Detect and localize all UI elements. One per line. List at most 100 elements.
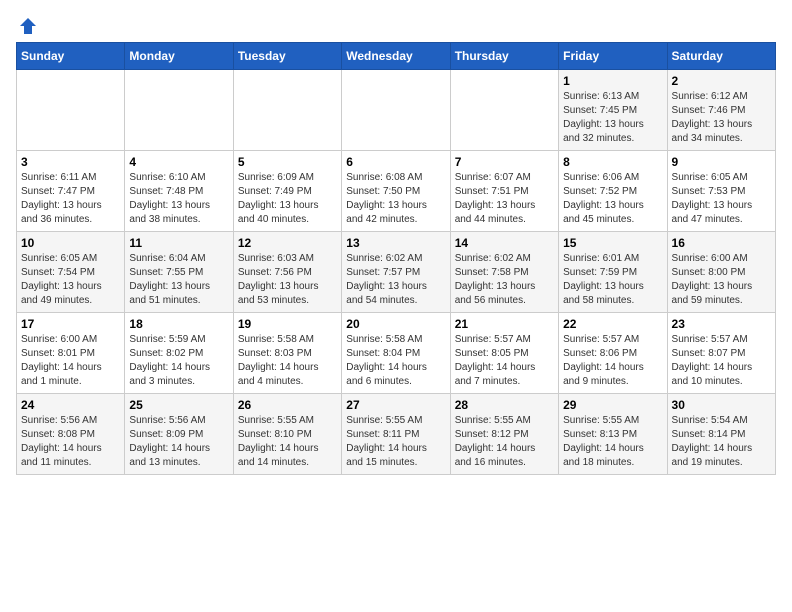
day-number: 9: [672, 155, 771, 169]
day-info: Sunrise: 6:09 AM Sunset: 7:49 PM Dayligh…: [238, 171, 337, 227]
header-cell-tuesday: Tuesday: [233, 43, 341, 70]
day-info: Sunrise: 5:55 AM Sunset: 8:13 PM Dayligh…: [563, 414, 662, 470]
day-info: Sunrise: 5:58 AM Sunset: 8:03 PM Dayligh…: [238, 333, 337, 389]
week-row-1: 1 Sunrise: 6:13 AM Sunset: 7:45 PM Daylig…: [17, 70, 776, 151]
day-number: 1: [563, 74, 662, 88]
week-row-2: 3 Sunrise: 6:11 AM Sunset: 7:47 PM Daylig…: [17, 151, 776, 232]
day-number: 8: [563, 155, 662, 169]
day-number: 29: [563, 398, 662, 412]
day-cell: 4Sunrise: 6:10 AM Sunset: 7:48 PM Daylig…: [125, 151, 233, 232]
day-cell: 17 Sunrise: 6:00 AM Sunset: 8:01 PM Dayli…: [17, 313, 125, 394]
day-number: 7: [455, 155, 554, 169]
day-number: 11: [129, 236, 228, 250]
calendar-table: SundayMondayTuesdayWednesdayThursdayFrid…: [16, 42, 776, 475]
day-number: 25: [129, 398, 228, 412]
day-info: Sunrise: 6:05 AM Sunset: 7:54 PM Dayligh…: [21, 252, 120, 308]
day-info: Sunrise: 6:04 AM Sunset: 7:55 PM Dayligh…: [129, 252, 228, 308]
day-info: Sunrise: 6:13 AM Sunset: 7:45 PM Dayligh…: [563, 90, 662, 146]
day-number: 28: [455, 398, 554, 412]
day-cell: 30Sunrise: 5:54 AM Sunset: 8:14 PM Dayli…: [667, 394, 775, 475]
day-info: Sunrise: 5:57 AM Sunset: 8:06 PM Dayligh…: [563, 333, 662, 389]
day-cell: 27 Sunrise: 5:55 AM Sunset: 8:11 PM Dayli…: [342, 394, 450, 475]
day-cell: 12 Sunrise: 6:03 AM Sunset: 7:56 PM Dayli…: [233, 232, 341, 313]
day-number: 24: [21, 398, 120, 412]
day-cell: 20Sunrise: 5:58 AM Sunset: 8:04 PM Dayli…: [342, 313, 450, 394]
day-cell: 23 Sunrise: 5:57 AM Sunset: 8:07 PM Dayli…: [667, 313, 775, 394]
day-cell: 16 Sunrise: 6:00 AM Sunset: 8:00 PM Dayli…: [667, 232, 775, 313]
day-cell: [233, 70, 341, 151]
day-cell: 18 Sunrise: 5:59 AM Sunset: 8:02 PM Dayli…: [125, 313, 233, 394]
week-row-3: 10 Sunrise: 6:05 AM Sunset: 7:54 PM Dayli…: [17, 232, 776, 313]
day-info: Sunrise: 5:57 AM Sunset: 8:07 PM Dayligh…: [672, 333, 771, 389]
day-info: Sunrise: 5:54 AM Sunset: 8:14 PM Dayligh…: [672, 414, 771, 470]
day-number: 21: [455, 317, 554, 331]
day-info: Sunrise: 6:02 AM Sunset: 7:58 PM Dayligh…: [455, 252, 554, 308]
day-cell: 14 Sunrise: 6:02 AM Sunset: 7:58 PM Dayli…: [450, 232, 558, 313]
day-cell: [17, 70, 125, 151]
week-row-4: 17 Sunrise: 6:00 AM Sunset: 8:01 PM Dayli…: [17, 313, 776, 394]
day-cell: 10 Sunrise: 6:05 AM Sunset: 7:54 PM Dayli…: [17, 232, 125, 313]
day-info: Sunrise: 5:57 AM Sunset: 8:05 PM Dayligh…: [455, 333, 554, 389]
day-number: 2: [672, 74, 771, 88]
header-cell-monday: Monday: [125, 43, 233, 70]
logo: [16, 16, 38, 34]
day-cell: 11 Sunrise: 6:04 AM Sunset: 7:55 PM Dayli…: [125, 232, 233, 313]
day-info: Sunrise: 6:00 AM Sunset: 8:01 PM Dayligh…: [21, 333, 120, 389]
day-number: 19: [238, 317, 337, 331]
day-cell: 15 Sunrise: 6:01 AM Sunset: 7:59 PM Dayli…: [559, 232, 667, 313]
header-cell-saturday: Saturday: [667, 43, 775, 70]
day-info: Sunrise: 5:59 AM Sunset: 8:02 PM Dayligh…: [129, 333, 228, 389]
day-cell: 7Sunrise: 6:07 AM Sunset: 7:51 PM Daylig…: [450, 151, 558, 232]
header-cell-sunday: Sunday: [17, 43, 125, 70]
day-number: 26: [238, 398, 337, 412]
day-number: 15: [563, 236, 662, 250]
day-number: 13: [346, 236, 445, 250]
day-cell: 22 Sunrise: 5:57 AM Sunset: 8:06 PM Dayli…: [559, 313, 667, 394]
day-cell: 2Sunrise: 6:12 AM Sunset: 7:46 PM Daylig…: [667, 70, 775, 151]
day-number: 17: [21, 317, 120, 331]
day-info: Sunrise: 6:01 AM Sunset: 7:59 PM Dayligh…: [563, 252, 662, 308]
day-cell: 19 Sunrise: 5:58 AM Sunset: 8:03 PM Dayli…: [233, 313, 341, 394]
day-number: 14: [455, 236, 554, 250]
day-cell: 8 Sunrise: 6:06 AM Sunset: 7:52 PM Daylig…: [559, 151, 667, 232]
day-cell: 26 Sunrise: 5:55 AM Sunset: 8:10 PM Dayli…: [233, 394, 341, 475]
day-info: Sunrise: 6:11 AM Sunset: 7:47 PM Dayligh…: [21, 171, 120, 227]
day-info: Sunrise: 6:02 AM Sunset: 7:57 PM Dayligh…: [346, 252, 445, 308]
day-info: Sunrise: 5:56 AM Sunset: 8:09 PM Dayligh…: [129, 414, 228, 470]
header-cell-thursday: Thursday: [450, 43, 558, 70]
day-info: Sunrise: 5:55 AM Sunset: 8:10 PM Dayligh…: [238, 414, 337, 470]
day-info: Sunrise: 6:06 AM Sunset: 7:52 PM Dayligh…: [563, 171, 662, 227]
day-info: Sunrise: 6:05 AM Sunset: 7:53 PM Dayligh…: [672, 171, 771, 227]
day-cell: 29 Sunrise: 5:55 AM Sunset: 8:13 PM Dayli…: [559, 394, 667, 475]
day-number: 12: [238, 236, 337, 250]
header-cell-wednesday: Wednesday: [342, 43, 450, 70]
day-cell: [125, 70, 233, 151]
day-info: Sunrise: 5:55 AM Sunset: 8:11 PM Dayligh…: [346, 414, 445, 470]
calendar-header: SundayMondayTuesdayWednesdayThursdayFrid…: [17, 43, 776, 70]
day-number: 3: [21, 155, 120, 169]
day-number: 23: [672, 317, 771, 331]
day-info: Sunrise: 5:56 AM Sunset: 8:08 PM Dayligh…: [21, 414, 120, 470]
day-cell: 13 Sunrise: 6:02 AM Sunset: 7:57 PM Dayli…: [342, 232, 450, 313]
day-cell: 3 Sunrise: 6:11 AM Sunset: 7:47 PM Daylig…: [17, 151, 125, 232]
header-row: SundayMondayTuesdayWednesdayThursdayFrid…: [17, 43, 776, 70]
day-number: 10: [21, 236, 120, 250]
day-number: 18: [129, 317, 228, 331]
day-number: 16: [672, 236, 771, 250]
day-info: Sunrise: 6:03 AM Sunset: 7:56 PM Dayligh…: [238, 252, 337, 308]
day-info: Sunrise: 5:55 AM Sunset: 8:12 PM Dayligh…: [455, 414, 554, 470]
day-cell: 5 Sunrise: 6:09 AM Sunset: 7:49 PM Daylig…: [233, 151, 341, 232]
header-cell-friday: Friday: [559, 43, 667, 70]
day-cell: [450, 70, 558, 151]
day-cell: 21 Sunrise: 5:57 AM Sunset: 8:05 PM Dayli…: [450, 313, 558, 394]
day-number: 6: [346, 155, 445, 169]
day-number: 22: [563, 317, 662, 331]
day-number: 5: [238, 155, 337, 169]
day-info: Sunrise: 6:08 AM Sunset: 7:50 PM Dayligh…: [346, 171, 445, 227]
day-cell: [342, 70, 450, 151]
day-number: 27: [346, 398, 445, 412]
day-info: Sunrise: 6:00 AM Sunset: 8:00 PM Dayligh…: [672, 252, 771, 308]
day-cell: 6 Sunrise: 6:08 AM Sunset: 7:50 PM Daylig…: [342, 151, 450, 232]
day-number: 20: [346, 317, 445, 331]
day-info: Sunrise: 6:10 AM Sunset: 7:48 PM Dayligh…: [129, 171, 228, 227]
